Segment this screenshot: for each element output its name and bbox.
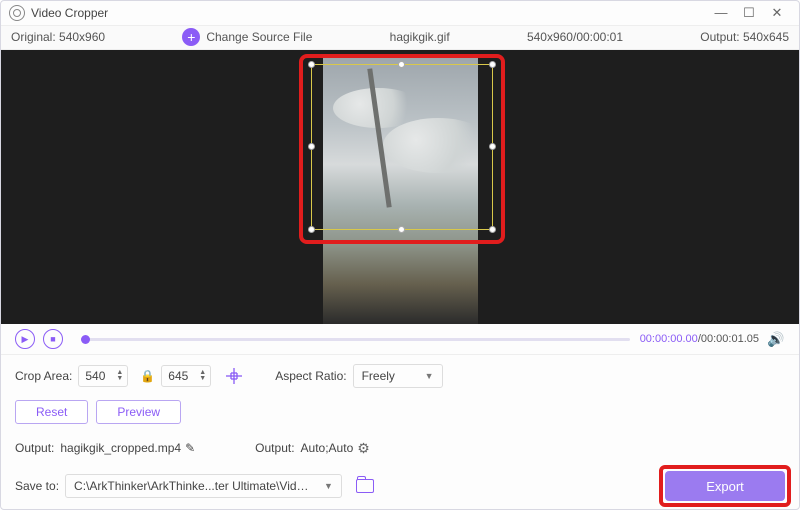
crop-selection-box[interactable] — [311, 64, 493, 230]
crop-handle-ne[interactable] — [489, 61, 496, 68]
app-title: Video Cropper — [31, 6, 108, 20]
source-meta: 540x960/00:00:01 — [527, 30, 623, 44]
crop-handle-e[interactable] — [489, 143, 496, 150]
crop-height-value: 645 — [168, 369, 196, 383]
output-settings-value: Auto;Auto — [301, 441, 354, 455]
app-icon — [9, 5, 25, 21]
chevron-down-icon[interactable]: ▼ — [116, 376, 123, 382]
volume-icon[interactable]: 🔊 — [767, 330, 785, 348]
video-preview-area[interactable] — [1, 50, 799, 324]
export-button[interactable]: Export — [665, 471, 785, 501]
playback-bar: ▶ ■ 00:00:00.00/00:00:01.05 🔊 — [1, 324, 799, 354]
add-source-button[interactable]: + — [182, 28, 200, 46]
crop-handle-n[interactable] — [398, 61, 405, 68]
center-crop-icon[interactable] — [223, 365, 245, 387]
preview-button[interactable]: Preview — [96, 400, 181, 424]
source-filename: hagikgik.gif — [390, 30, 450, 44]
crop-handle-sw[interactable] — [308, 226, 315, 233]
save-path-select[interactable]: C:\ArkThinker\ArkThinke...ter Ultimate\V… — [65, 474, 342, 498]
stop-button[interactable]: ■ — [43, 329, 63, 349]
seek-thumb[interactable] — [81, 335, 90, 344]
output-file-label: Output: — [15, 441, 54, 455]
aspect-ratio-label: Aspect Ratio: — [275, 369, 346, 383]
time-current: 00:00:00.00 — [640, 333, 698, 345]
crop-handle-w[interactable] — [308, 143, 315, 150]
time-display: 00:00:00.00/00:00:01.05 — [640, 333, 759, 345]
save-to-label: Save to: — [15, 479, 59, 493]
seek-track[interactable] — [81, 338, 630, 341]
output-settings-gear-icon[interactable]: ⚙ — [357, 440, 370, 457]
close-button[interactable]: ✕ — [763, 5, 791, 21]
title-bar: Video Cropper — ☐ ✕ — [1, 1, 799, 26]
info-bar: Original: 540x960 + Change Source File h… — [1, 26, 799, 51]
aspect-ratio-select[interactable]: Freely ▼ — [353, 364, 443, 388]
crop-handle-nw[interactable] — [308, 61, 315, 68]
time-total: 00:00:01.05 — [701, 333, 759, 345]
controls-panel: Crop Area: 540 ▲▼ 🔒 645 ▲▼ Aspect Ratio:… — [1, 354, 799, 509]
edit-output-name-icon[interactable]: ✎ — [185, 441, 195, 455]
crop-height-input[interactable]: 645 ▲▼ — [161, 365, 211, 387]
chevron-down-icon: ▼ — [425, 371, 434, 381]
output-size: 540x645 — [743, 30, 789, 44]
reset-button[interactable]: Reset — [15, 400, 88, 424]
original-label: Original: — [11, 30, 56, 44]
lock-aspect-icon[interactable]: 🔒 — [140, 369, 155, 383]
save-path-value: C:\ArkThinker\ArkThinke...ter Ultimate\V… — [74, 479, 314, 493]
chevron-down-icon: ▼ — [324, 481, 333, 491]
output-settings-label: Output: — [255, 441, 294, 455]
crop-width-value: 540 — [85, 369, 113, 383]
crop-handle-se[interactable] — [489, 226, 496, 233]
crop-area-label: Crop Area: — [15, 369, 72, 383]
minimize-button[interactable]: — — [707, 5, 735, 20]
app-window: Video Cropper — ☐ ✕ Original: 540x960 + … — [0, 0, 800, 510]
original-size: 540x960 — [59, 30, 105, 44]
open-folder-icon[interactable] — [356, 479, 374, 493]
change-source-link[interactable]: Change Source File — [206, 30, 312, 44]
output-label: Output: — [700, 30, 739, 44]
crop-width-input[interactable]: 540 ▲▼ — [78, 365, 128, 387]
chevron-down-icon[interactable]: ▼ — [199, 376, 206, 382]
play-button[interactable]: ▶ — [15, 329, 35, 349]
aspect-ratio-value: Freely — [362, 369, 395, 383]
output-file-name: hagikgik_cropped.mp4 — [60, 441, 181, 455]
maximize-button[interactable]: ☐ — [735, 5, 763, 21]
